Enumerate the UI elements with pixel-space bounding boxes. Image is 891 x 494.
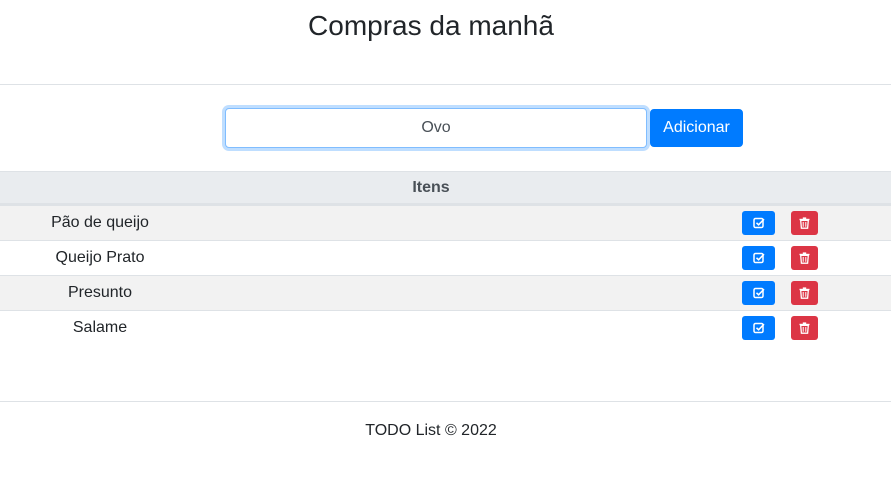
check-square-icon [752,287,765,299]
header: Compras da manhã [0,0,891,85]
item-input[interactable] [225,108,647,148]
check-square-icon [752,217,765,229]
check-button[interactable] [742,281,775,305]
delete-button[interactable] [791,246,818,270]
trash-icon [799,217,810,229]
item-label: Pão de queijo [51,214,149,231]
add-item-form: Adicionar [0,108,891,148]
item-label: Salame [72,319,128,336]
footer-copyright: TODO List © 2022 [365,422,497,439]
column-header-items: Itens [412,179,450,196]
item-label: Queijo Prato [55,249,145,266]
check-square-icon [752,322,765,334]
trash-icon [799,287,810,299]
check-button[interactable] [742,246,775,270]
check-button[interactable] [742,211,775,235]
delete-button[interactable] [791,316,818,340]
table-row: Presunto [0,275,891,310]
check-square-icon [752,252,765,264]
delete-button[interactable] [791,211,818,235]
table-header: Itens [0,171,891,205]
delete-button[interactable] [791,281,818,305]
items-table: Itens Pão de queijo Queijo Prato Presunt… [0,171,891,345]
footer: TODO List © 2022 [0,401,891,494]
trash-icon [799,252,810,264]
trash-icon [799,322,810,334]
table-row: Salame [0,310,891,345]
page: Compras da manhã Adicionar Itens Pão de … [0,0,891,494]
table-row: Pão de queijo [0,205,891,240]
item-label: Presunto [67,284,133,301]
check-button[interactable] [742,316,775,340]
table-row: Queijo Prato [0,240,891,275]
add-button[interactable]: Adicionar [650,109,743,147]
page-title: Compras da manhã [308,10,554,41]
